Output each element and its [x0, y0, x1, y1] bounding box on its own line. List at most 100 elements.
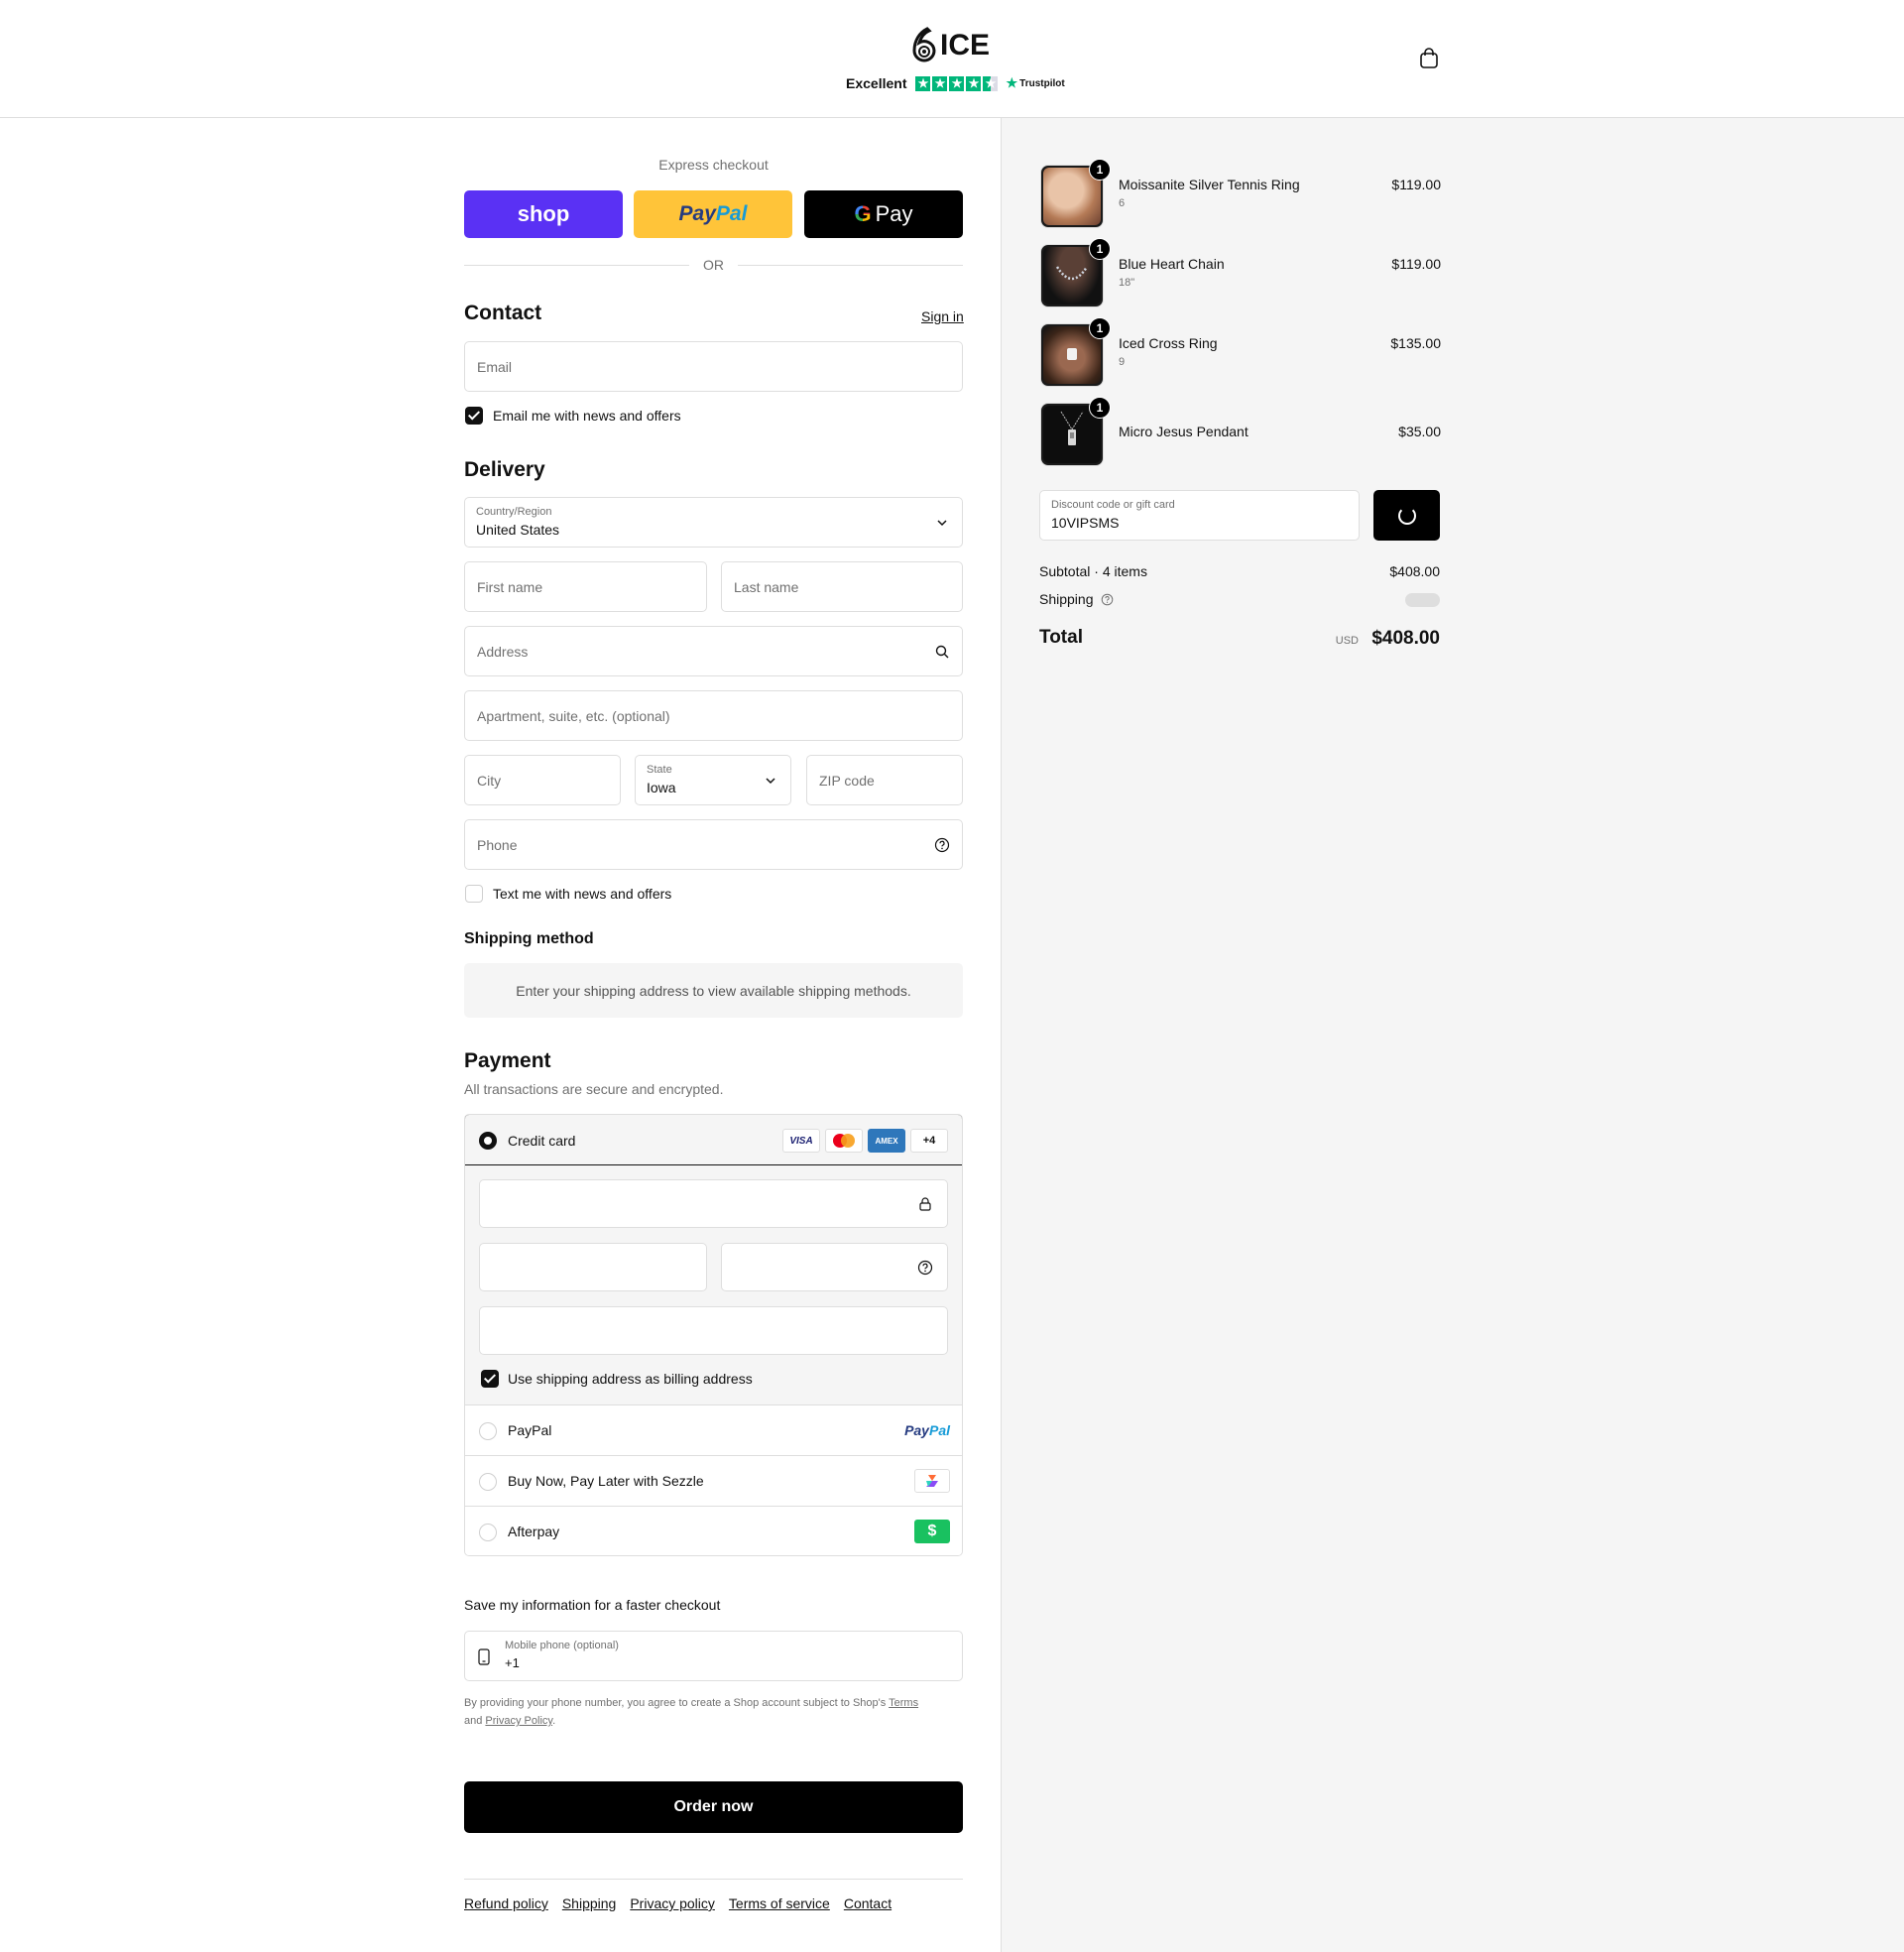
phone-field[interactable]: Phone — [464, 819, 963, 870]
logo-text: ICE — [940, 29, 991, 61]
first-name-field[interactable]: First name — [464, 561, 707, 612]
loading-spinner-icon — [1397, 506, 1416, 525]
footer-links: Refund policy Shipping Privacy policy Te… — [464, 1895, 892, 1911]
amex-logo-text: AMEX — [875, 1136, 898, 1146]
paypal-logo-part1: Pay — [904, 1422, 929, 1438]
shipping-link[interactable]: Shipping — [562, 1895, 617, 1911]
google-g-icon: G — [854, 201, 872, 226]
item-variant: 18" — [1119, 277, 1135, 289]
discount-code-field[interactable]: Discount code or gift card 10VIPSMS — [1039, 490, 1360, 541]
amex-logo-icon: AMEX — [868, 1129, 905, 1153]
help-icon[interactable] — [917, 1260, 933, 1276]
order-summary-panel — [1001, 118, 1904, 1952]
last-name-field[interactable]: Last name — [721, 561, 963, 612]
trustpilot-text: Trustpilot — [1019, 77, 1065, 89]
product-thumbnail: 1 — [1040, 238, 1111, 307]
name-on-card-field[interactable] — [479, 1306, 948, 1355]
afterpay-option[interactable]: Afterpay $ — [465, 1507, 962, 1555]
sign-in-link[interactable]: Sign in — [921, 308, 964, 324]
apartment-field[interactable]: Apartment, suite, etc. (optional) — [464, 690, 963, 741]
paypal-option[interactable]: PayPal PayPal — [465, 1405, 962, 1456]
credit-card-radio[interactable] — [479, 1132, 497, 1150]
state-value: Iowa — [647, 780, 676, 795]
divider-line — [738, 264, 963, 266]
paypal-logo-part1: Pay — [678, 202, 716, 225]
help-icon[interactable] — [934, 837, 950, 853]
refund-policy-link[interactable]: Refund policy — [464, 1895, 548, 1911]
credit-card-option[interactable]: Credit card VISA AMEX +4 — [465, 1115, 962, 1165]
email-field[interactable]: Email — [464, 341, 963, 392]
card-number-field[interactable] — [479, 1179, 948, 1228]
apartment-placeholder: Apartment, suite, etc. (optional) — [477, 708, 670, 724]
discount-value: 10VIPSMS — [1051, 515, 1120, 531]
country-value: United States — [476, 522, 560, 538]
privacy-policy-link[interactable]: Privacy Policy — [485, 1715, 552, 1727]
sezzle-radio[interactable] — [479, 1473, 497, 1491]
divider-line — [464, 264, 689, 266]
state-select[interactable]: State Iowa — [635, 755, 791, 805]
terms-link[interactable]: Terms — [889, 1697, 918, 1709]
mobile-phone-field[interactable]: Mobile phone (optional) +1 — [464, 1631, 963, 1681]
total-row: Total USD $408.00 — [1039, 627, 1440, 649]
email-news-checkbox[interactable] — [465, 407, 483, 425]
email-placeholder: Email — [477, 359, 513, 375]
afterpay-logo-text: $ — [927, 1523, 937, 1539]
terms-of-service-link[interactable]: Terms of service — [729, 1895, 830, 1911]
paypal-radio[interactable] — [479, 1422, 497, 1440]
shipping-method-heading: Shipping method — [464, 930, 594, 947]
afterpay-label: Afterpay — [508, 1524, 560, 1539]
zip-field[interactable]: ZIP code — [806, 755, 963, 805]
contact-link[interactable]: Contact — [844, 1895, 892, 1911]
shop-pay-button[interactable]: shop — [464, 190, 623, 238]
or-label: OR — [703, 257, 724, 273]
header: ICE Excellent ★ ★ ★ ★ ★ ★ Trustpilot — [0, 0, 1904, 118]
quantity-badge: 1 — [1089, 238, 1111, 260]
help-icon[interactable] — [1101, 593, 1114, 606]
email-news-label: Email me with news and offers — [493, 408, 681, 424]
shipping-label: Shipping — [1039, 591, 1094, 607]
paypal-express-button[interactable]: Pay Pal — [634, 190, 792, 238]
currency-code: USD — [1335, 635, 1359, 647]
item-name: Iced Cross Ring — [1119, 335, 1218, 351]
text-news-checkbox[interactable] — [465, 885, 483, 903]
city-field[interactable]: City — [464, 755, 621, 805]
mobile-phone-icon — [478, 1648, 490, 1665]
sezzle-option[interactable]: Buy Now, Pay Later with Sezzle — [465, 1456, 962, 1507]
order-now-button[interactable]: Order now — [464, 1781, 963, 1833]
brand-logo[interactable]: ICE — [909, 26, 990, 65]
contact-heading: Contact — [464, 302, 542, 324]
item-price: $35.00 — [1398, 424, 1441, 439]
item-price: $119.00 — [1391, 177, 1441, 192]
mastercard-logo-icon — [825, 1129, 863, 1153]
half-star-icon: ★ — [983, 75, 999, 91]
item-name: Micro Jesus Pendant — [1119, 424, 1249, 439]
discount-label: Discount code or gift card — [1051, 499, 1175, 511]
address-field[interactable]: Address — [464, 626, 963, 676]
payment-heading: Payment — [464, 1049, 551, 1072]
visa-logo-icon: VISA — [782, 1129, 820, 1153]
city-placeholder: City — [477, 773, 502, 789]
google-pay-button[interactable]: G Pay — [804, 190, 963, 238]
security-code-field[interactable] — [721, 1243, 948, 1291]
item-name: Blue Heart Chain — [1119, 256, 1225, 272]
shopping-bag-icon[interactable] — [1418, 48, 1440, 69]
more-cards-badge: +4 — [910, 1129, 948, 1153]
express-checkout-title: Express checkout — [658, 157, 769, 173]
star-icon: ★ — [949, 75, 965, 91]
billing-address-checkbox[interactable] — [481, 1370, 499, 1388]
subtotal-value: $408.00 — [1389, 563, 1440, 579]
save-info-heading: Save my information for a faster checkou… — [464, 1597, 721, 1613]
order-now-label: Order now — [673, 1798, 754, 1815]
country-select[interactable]: Country/Region United States — [464, 497, 963, 548]
sezzle-label: Buy Now, Pay Later with Sezzle — [508, 1473, 704, 1489]
item-name: Moissanite Silver Tennis Ring — [1119, 177, 1300, 192]
apply-discount-button[interactable] — [1373, 490, 1440, 541]
shipping-loading-placeholder — [1405, 593, 1440, 607]
privacy-policy-footer-link[interactable]: Privacy policy — [630, 1895, 715, 1911]
line-item: 1 Moissanite Silver Tennis Ring 6 $119.0… — [1040, 159, 1441, 228]
chevron-down-icon — [766, 778, 775, 785]
afterpay-radio[interactable] — [479, 1524, 497, 1541]
expiration-date-field[interactable] — [479, 1243, 707, 1291]
more-cards-text: +4 — [922, 1135, 936, 1147]
phone-placeholder: Phone — [477, 837, 518, 853]
